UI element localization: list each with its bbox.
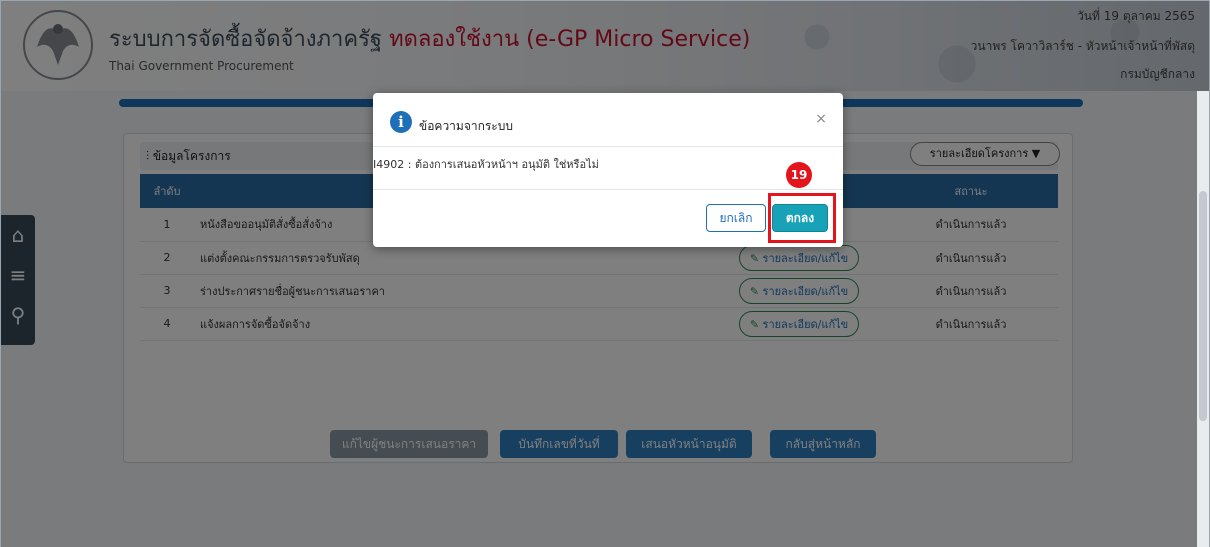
scrollbar-thumb[interactable] <box>1199 191 1207 421</box>
modal-backdrop <box>1 1 1209 547</box>
step-number-badge: 19 <box>786 162 812 188</box>
dialog-header: i ข้อความจากระบบ × <box>373 93 843 147</box>
cancel-button[interactable]: ยกเลิก <box>706 204 766 232</box>
close-icon[interactable]: × <box>815 111 827 127</box>
info-icon: i <box>390 111 412 133</box>
dialog-message: I4902 : ต้องการเสนอหัวหน้าฯ อนุมัติ ใช่ห… <box>373 158 599 171</box>
step-highlight-box <box>768 193 836 243</box>
dialog-title: ข้อความจากระบบ <box>419 119 513 133</box>
page-scrollbar[interactable] <box>1197 91 1209 547</box>
